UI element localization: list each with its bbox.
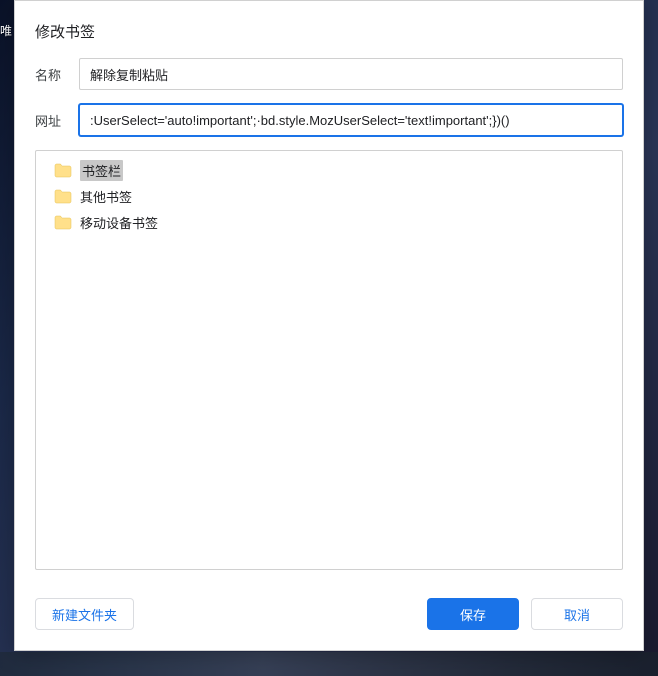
name-input[interactable] <box>79 58 623 90</box>
folder-tree[interactable]: 书签栏 其他书签 移动设备书签 <box>35 150 623 570</box>
name-label: 名称 <box>35 65 79 84</box>
folder-icon <box>54 215 72 230</box>
folder-label: 书签栏 <box>80 160 123 181</box>
dialog-title: 修改书签 <box>15 1 643 58</box>
new-folder-button[interactable]: 新建文件夹 <box>35 598 134 630</box>
name-row: 名称 <box>35 58 623 90</box>
cancel-button[interactable]: 取消 <box>531 598 623 630</box>
folder-item-bookmarks-bar[interactable]: 书签栏 <box>36 157 622 183</box>
edit-bookmark-dialog: 修改书签 名称 网址 书签栏 其他书签 移动设备书签 <box>14 0 644 651</box>
folder-label: 其他书签 <box>80 187 132 206</box>
folder-icon <box>54 189 72 204</box>
url-input[interactable] <box>79 104 623 136</box>
button-bar: 新建文件夹 保存 取消 <box>15 584 643 650</box>
form-area: 名称 网址 <box>15 58 643 150</box>
background-bottom-strip <box>0 652 658 676</box>
folder-item-other-bookmarks[interactable]: 其他书签 <box>36 183 622 209</box>
background-partial-text: 唯 <box>0 22 12 39</box>
folder-label: 移动设备书签 <box>80 213 158 232</box>
save-button[interactable]: 保存 <box>427 598 519 630</box>
url-row: 网址 <box>35 104 623 136</box>
folder-item-mobile-bookmarks[interactable]: 移动设备书签 <box>36 209 622 235</box>
url-label: 网址 <box>35 111 79 130</box>
folder-icon <box>54 163 72 178</box>
